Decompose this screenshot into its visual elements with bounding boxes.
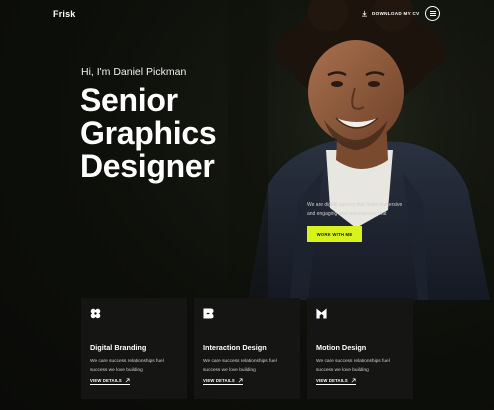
hero-title: Senior Graphics Designer (80, 82, 217, 184)
view-details-label: VIEW DETAILS (90, 378, 122, 383)
hero-description: We are digital agency that helps immersi… (307, 202, 403, 217)
service-card-digital-branding: Digital Branding We care success relatio… (81, 298, 187, 399)
service-card-interaction-design: Interaction Design We care success relat… (194, 298, 300, 399)
download-cv-button[interactable]: DOWNLOAD MY CV (361, 10, 420, 17)
hamburger-icon-line (429, 10, 436, 12)
hero-greeting: Hi, I'm Daniel Pickman (81, 66, 187, 78)
download-icon (362, 10, 367, 17)
hamburger-icon-line (429, 15, 436, 17)
arrow-up-right-icon (351, 378, 356, 383)
hero-title-line: Senior (80, 82, 178, 118)
view-details-link[interactable]: VIEW DETAILS (90, 378, 130, 385)
view-details-label: VIEW DETAILS (203, 378, 235, 383)
service-card-text: We care success relationships fuel succe… (90, 359, 164, 373)
service-card-title: Interaction Design (203, 343, 267, 352)
hamburger-icon-line (429, 13, 436, 14)
arrow-up-right-icon (238, 378, 243, 383)
service-card-motion-design: Motion Design We care success relationsh… (307, 298, 413, 399)
brand-logo[interactable]: Frisk (53, 9, 76, 19)
download-cv-label: DOWNLOAD MY CV (372, 11, 420, 16)
flower-icon (90, 308, 101, 319)
hero-title-line: Graphics (80, 115, 217, 151)
service-card-text: We care success relationships fuel succe… (203, 359, 277, 373)
arrow-up-right-icon (125, 378, 130, 383)
view-details-label: VIEW DETAILS (316, 378, 348, 383)
work-with-me-button[interactable]: WORK WITH ME (307, 226, 362, 242)
service-card-text: We care success relationships fuel succe… (316, 359, 390, 373)
service-card-title: Motion Design (316, 343, 367, 352)
b-shape-icon (203, 308, 214, 319)
m-shape-icon (316, 308, 327, 319)
hero-title-line: Designer (80, 148, 215, 184)
page: Frisk DOWNLOAD MY CV Hi, I'm Daniel Pick… (0, 0, 494, 410)
menu-button[interactable] (425, 6, 440, 21)
view-details-link[interactable]: VIEW DETAILS (203, 378, 243, 385)
service-card-title: Digital Branding (90, 343, 147, 352)
view-details-link[interactable]: VIEW DETAILS (316, 378, 356, 385)
portrait-photo (228, 0, 494, 300)
